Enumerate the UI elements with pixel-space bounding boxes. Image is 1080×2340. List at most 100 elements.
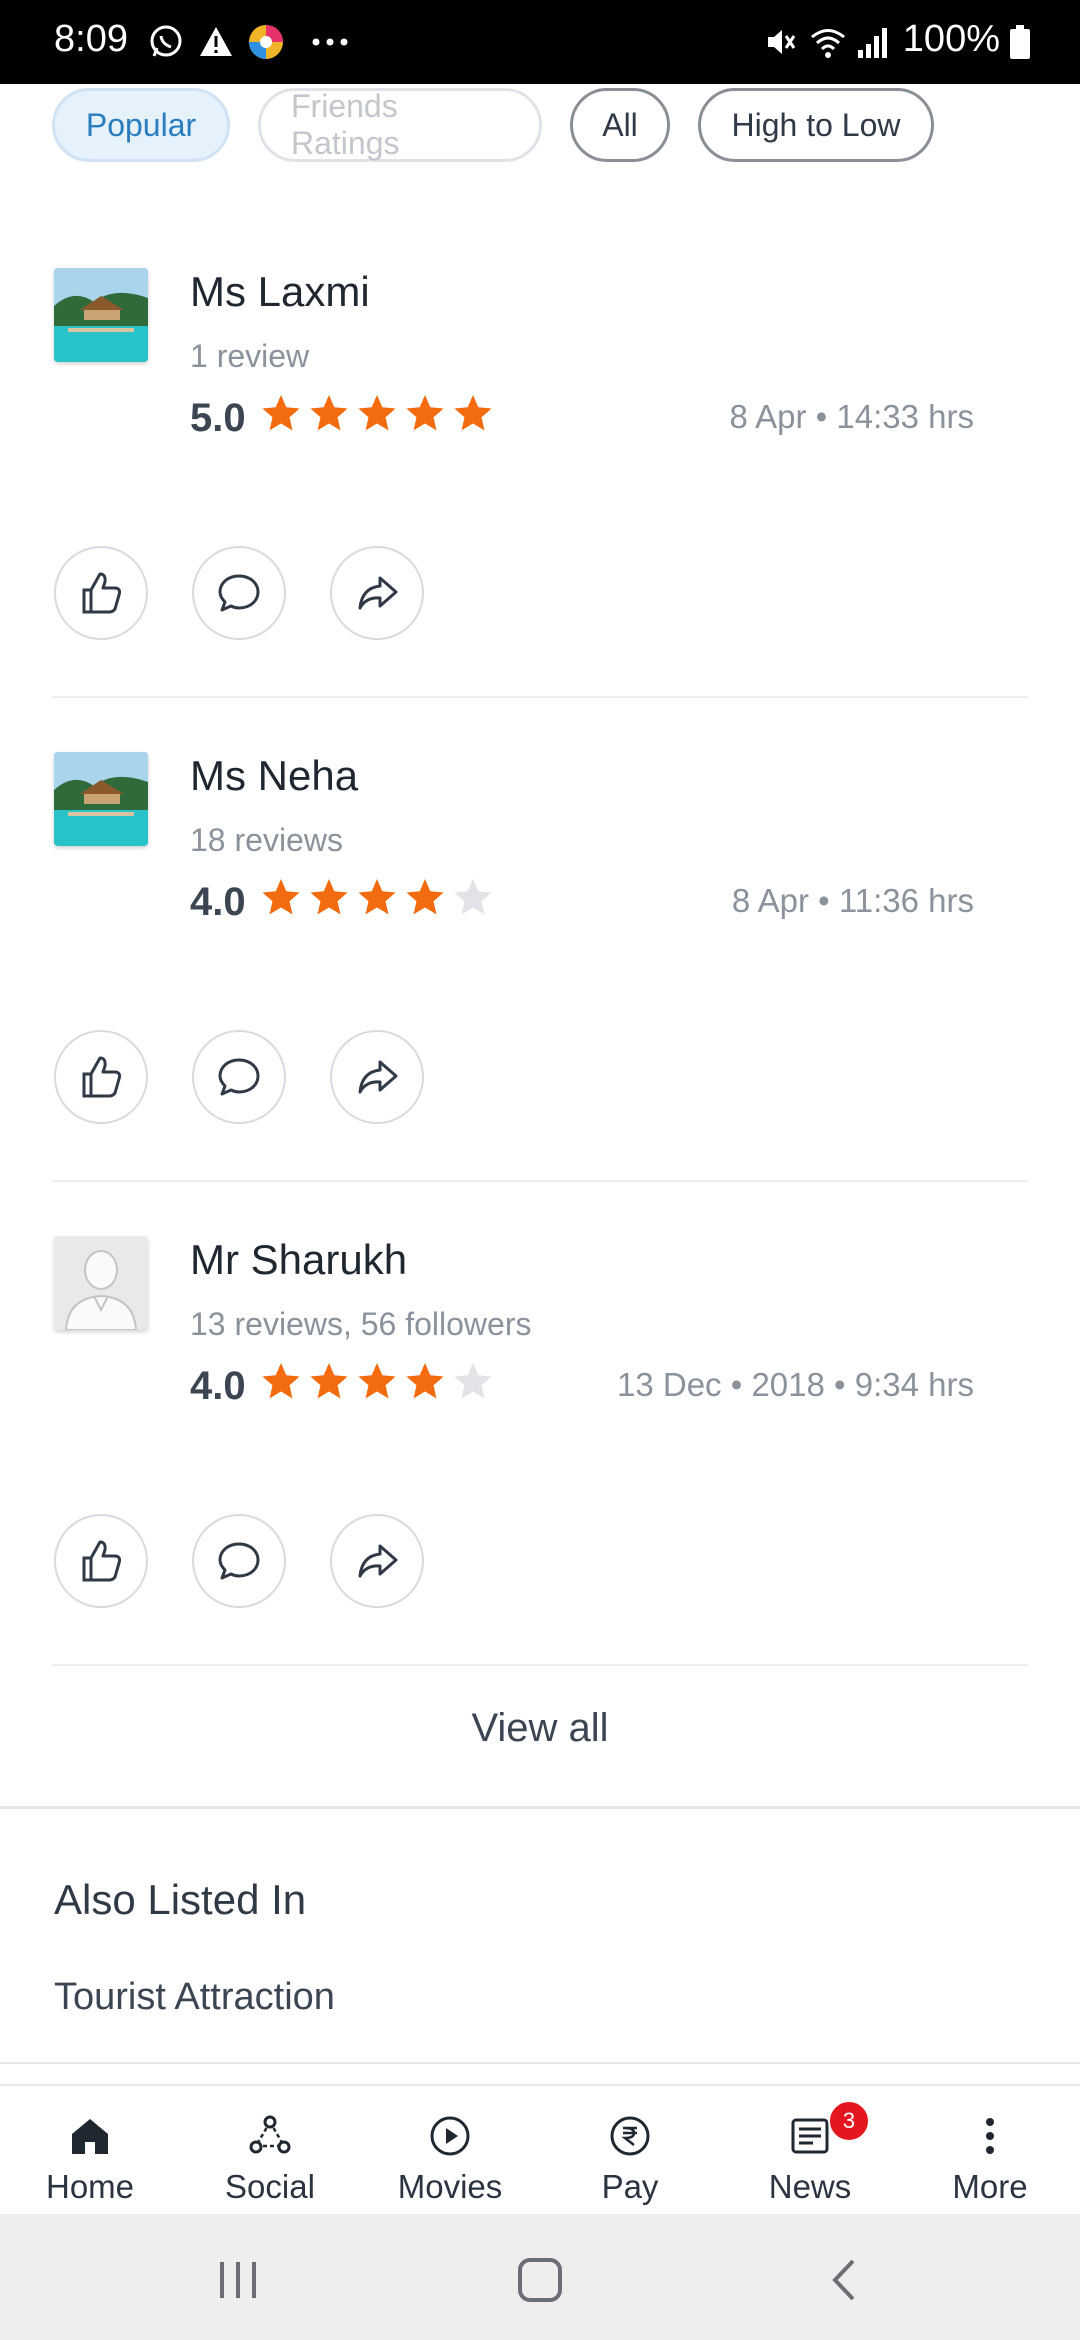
comment-button[interactable]	[192, 1030, 286, 1124]
like-button[interactable]	[54, 546, 148, 640]
system-navigation-bar	[0, 2214, 1080, 2340]
star-filled-icon	[406, 1363, 444, 1399]
nav-label: Social	[225, 2168, 315, 2205]
home-icon	[72, 2119, 108, 2154]
thumbs-up-icon	[82, 1056, 122, 1098]
warning-icon	[196, 22, 236, 62]
also-listed-title: Also Listed In	[54, 1876, 307, 1923]
review-date: 8 Apr • 11:36 hrs	[731, 882, 974, 919]
nav-home[interactable]: Home	[0, 2086, 180, 2216]
reviewer-review-count: 13 reviews, 56 followers	[190, 1306, 532, 1342]
star-filled-icon	[310, 879, 348, 915]
recent-apps-button[interactable]	[208, 2250, 268, 2310]
thumbs-up-icon	[82, 572, 122, 614]
star-filled-icon	[454, 395, 492, 431]
review-actions	[54, 1514, 424, 1608]
rating-stars	[260, 1360, 494, 1402]
review-date: 8 Apr • 14:33 hrs	[729, 398, 974, 435]
back-chevron-icon	[832, 2259, 855, 2301]
comment-button[interactable]	[192, 1514, 286, 1608]
rating-stars	[260, 876, 494, 918]
divider	[0, 2062, 1080, 2064]
filter-popular-chip[interactable]: Popular	[52, 88, 230, 162]
like-button[interactable]	[54, 1030, 148, 1124]
reviewer-review-count: 18 reviews	[190, 822, 343, 858]
nav-news[interactable]: 3 News	[720, 2086, 900, 2216]
wifi-icon	[808, 22, 848, 62]
rupee-icon	[610, 2116, 650, 2156]
star-filled-icon	[262, 879, 300, 915]
comment-icon	[218, 574, 260, 612]
comment-icon	[218, 1542, 260, 1580]
star-empty-icon	[454, 879, 492, 915]
rating-score: 4.0	[190, 1364, 246, 1408]
battery-icon	[1000, 22, 1040, 62]
rating-stars	[260, 392, 494, 434]
like-button[interactable]	[54, 1514, 148, 1608]
back-button[interactable]	[814, 2250, 874, 2310]
share-button[interactable]	[330, 1030, 424, 1124]
view-all-link[interactable]: View all	[0, 1706, 1080, 1772]
divider	[52, 1664, 1028, 1666]
section-divider	[0, 1806, 1080, 1809]
rating-score: 4.0	[190, 880, 246, 924]
star-filled-icon	[262, 1363, 300, 1399]
social-icon	[249, 2115, 291, 2154]
status-bar: 8:09 100%	[0, 0, 1080, 84]
review-actions	[54, 1030, 424, 1124]
star-filled-icon	[310, 1363, 348, 1399]
star-filled-icon	[406, 395, 444, 431]
nav-label: Home	[45, 2168, 135, 2205]
nav-label: Pay	[601, 2168, 659, 2205]
reviewer-name[interactable]: Ms Neha	[190, 752, 358, 800]
share-icon	[358, 576, 398, 610]
bottom-navigation: Home Social Movies Pay 3 News More	[0, 2084, 1080, 2214]
share-icon	[358, 1544, 398, 1578]
star-filled-icon	[358, 1363, 396, 1399]
star-filled-icon	[358, 879, 396, 915]
nav-pay[interactable]: Pay	[540, 2086, 720, 2216]
colorful-app-icon	[246, 22, 286, 62]
sort-high-to-low-chip[interactable]: High to Low	[698, 88, 934, 162]
battery-percentage: 100%	[902, 18, 1000, 60]
star-filled-icon	[358, 395, 396, 431]
star-filled-icon	[262, 395, 300, 431]
nav-label: News	[768, 2168, 852, 2205]
nav-label: More	[952, 2168, 1028, 2205]
thumbs-up-icon	[82, 1540, 122, 1582]
signal-icon	[852, 22, 892, 62]
share-button[interactable]	[330, 1514, 424, 1608]
reviewer-review-count: 1 review	[190, 338, 310, 374]
reviewer-name[interactable]: Mr Sharukh	[190, 1236, 407, 1284]
play-icon	[430, 2116, 470, 2156]
star-filled-icon	[406, 879, 444, 915]
reviewer-avatar[interactable]	[54, 1236, 148, 1330]
news-icon	[791, 2118, 829, 2154]
rating-score: 5.0	[190, 396, 246, 440]
status-time: 8:09	[54, 18, 128, 60]
share-button[interactable]	[330, 546, 424, 640]
mute-icon	[760, 22, 800, 62]
more-vertical-icon	[986, 2118, 994, 2154]
nav-more[interactable]: More	[900, 2086, 1080, 2216]
review-item: Ms Neha 18 reviews 4.0 8 Apr • 11:36 hrs	[0, 752, 1080, 1236]
reviewer-name[interactable]: Ms Laxmi	[190, 268, 370, 316]
whatsapp-icon	[146, 22, 186, 62]
nav-social[interactable]: Social	[180, 2086, 360, 2216]
share-icon	[358, 1060, 398, 1094]
home-system-button[interactable]	[510, 2250, 570, 2310]
nav-movies[interactable]: Movies	[360, 2086, 540, 2216]
home-square-icon	[518, 2258, 562, 2302]
filter-all-chip[interactable]: All	[570, 88, 670, 162]
notification-badge: 3	[828, 2100, 870, 2142]
more-dots-icon	[310, 22, 350, 62]
nav-label: Movies	[397, 2168, 503, 2205]
filter-chips: Popular Friends Ratings All High to Low	[52, 88, 934, 162]
also-listed-item[interactable]: Tourist Attraction	[54, 1976, 335, 2019]
reviewer-avatar[interactable]	[54, 752, 148, 846]
reviewer-avatar[interactable]	[54, 268, 148, 362]
comment-icon	[218, 1058, 260, 1096]
review-date: 13 Dec • 2018 • 9:34 hrs	[617, 1366, 974, 1403]
filter-friends-ratings-chip[interactable]: Friends Ratings	[258, 88, 542, 162]
comment-button[interactable]	[192, 546, 286, 640]
